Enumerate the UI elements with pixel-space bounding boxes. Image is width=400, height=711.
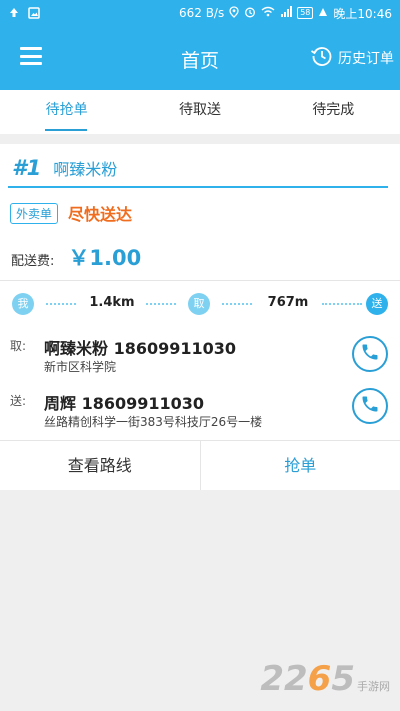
phone-icon [360,342,380,366]
watermark-sub: 手游网 [357,680,390,693]
wifi-icon [261,6,275,20]
dropoff-name-phone: 周辉 18609911030 [44,394,205,413]
watermark-number-part: 22 [260,659,308,699]
delivery-fee-row: 配送费: ￥1.00 [11,242,141,272]
divider [0,280,400,281]
history-clock-icon [310,44,334,72]
order-actions: 查看路线 抢单 [0,440,400,490]
header-underline [8,186,388,188]
upload-notification-icon [8,7,20,19]
watermark-number: 2265 [260,659,355,699]
tab-pending-grab[interactable]: 待抢单 [0,90,133,134]
view-route-button[interactable]: 查看路线 [0,441,201,490]
order-type-tag: 外卖单 [10,202,59,224]
grab-order-button[interactable]: 抢单 [201,441,400,490]
menu-icon[interactable] [20,47,42,65]
data-saver-icon [318,6,328,20]
track-dash [222,303,252,305]
distance-to-pickup: 1.4km [89,295,135,310]
track-dash [46,303,76,305]
site-watermark-logo: 2265 手游网 [260,659,390,699]
order-shop-title: 啊臻米粉 [53,160,118,179]
distance-to-destination: 767m [267,295,309,310]
dropoff-address: 丝路精创科学一街383号科技厅26号一楼 [44,415,263,429]
phone-icon [360,394,380,418]
order-tags: 外卖单 尽快送达 [10,201,132,225]
fee-label: 配送费: [11,254,55,269]
call-dropoff-button[interactable] [352,388,388,424]
watermark-number-part: 5 [331,659,355,699]
order-number: #1 [12,156,42,180]
pickup-role-label: 取: [10,339,27,353]
net-speed: 662 B/s [178,6,225,20]
order-header: #1 啊臻米粉 [12,156,117,180]
alarm-icon [244,6,256,21]
fee-value: ￥1.00 [68,246,142,270]
order-card: #1 啊臻米粉 外卖单 尽快送达 配送费: ￥1.00 我 1.4km 取 76… [0,144,400,490]
watermark-number-accent: 6 [307,659,332,699]
status-bar: 662 B/s 58 晚上10:46 [0,0,400,26]
distance-track: 我 1.4km 取 767m 送 [12,293,388,315]
pickup-name-phone: 啊臻米粉 18609911030 [44,339,237,358]
track-dash [146,303,176,305]
urgency-label: 尽快送达 [68,205,133,224]
location-icon [229,5,239,21]
call-pickup-button[interactable] [352,336,388,372]
marker-deliver: 送 [366,293,388,315]
tab-pending-pickup[interactable]: 待取送 [133,90,266,134]
dropoff-role-label: 送: [10,394,27,408]
signal-icon [280,6,293,20]
marker-me: 我 [12,293,34,315]
order-status-tabs: 待抢单 待取送 待完成 [0,90,400,134]
history-orders-button[interactable]: 历史订单 [310,44,394,72]
app-bar: 首页 历史订单 [0,26,400,90]
history-orders-label: 历史订单 [338,51,394,67]
marker-pickup: 取 [188,293,210,315]
clock-time: 晚上10:46 [333,6,392,21]
tab-pending-complete[interactable]: 待完成 [267,90,400,134]
pickup-address: 新市区科学院 [44,360,117,374]
battery-indicator: 58 [297,7,314,19]
track-dash [322,303,362,305]
image-notification-icon [28,7,40,19]
